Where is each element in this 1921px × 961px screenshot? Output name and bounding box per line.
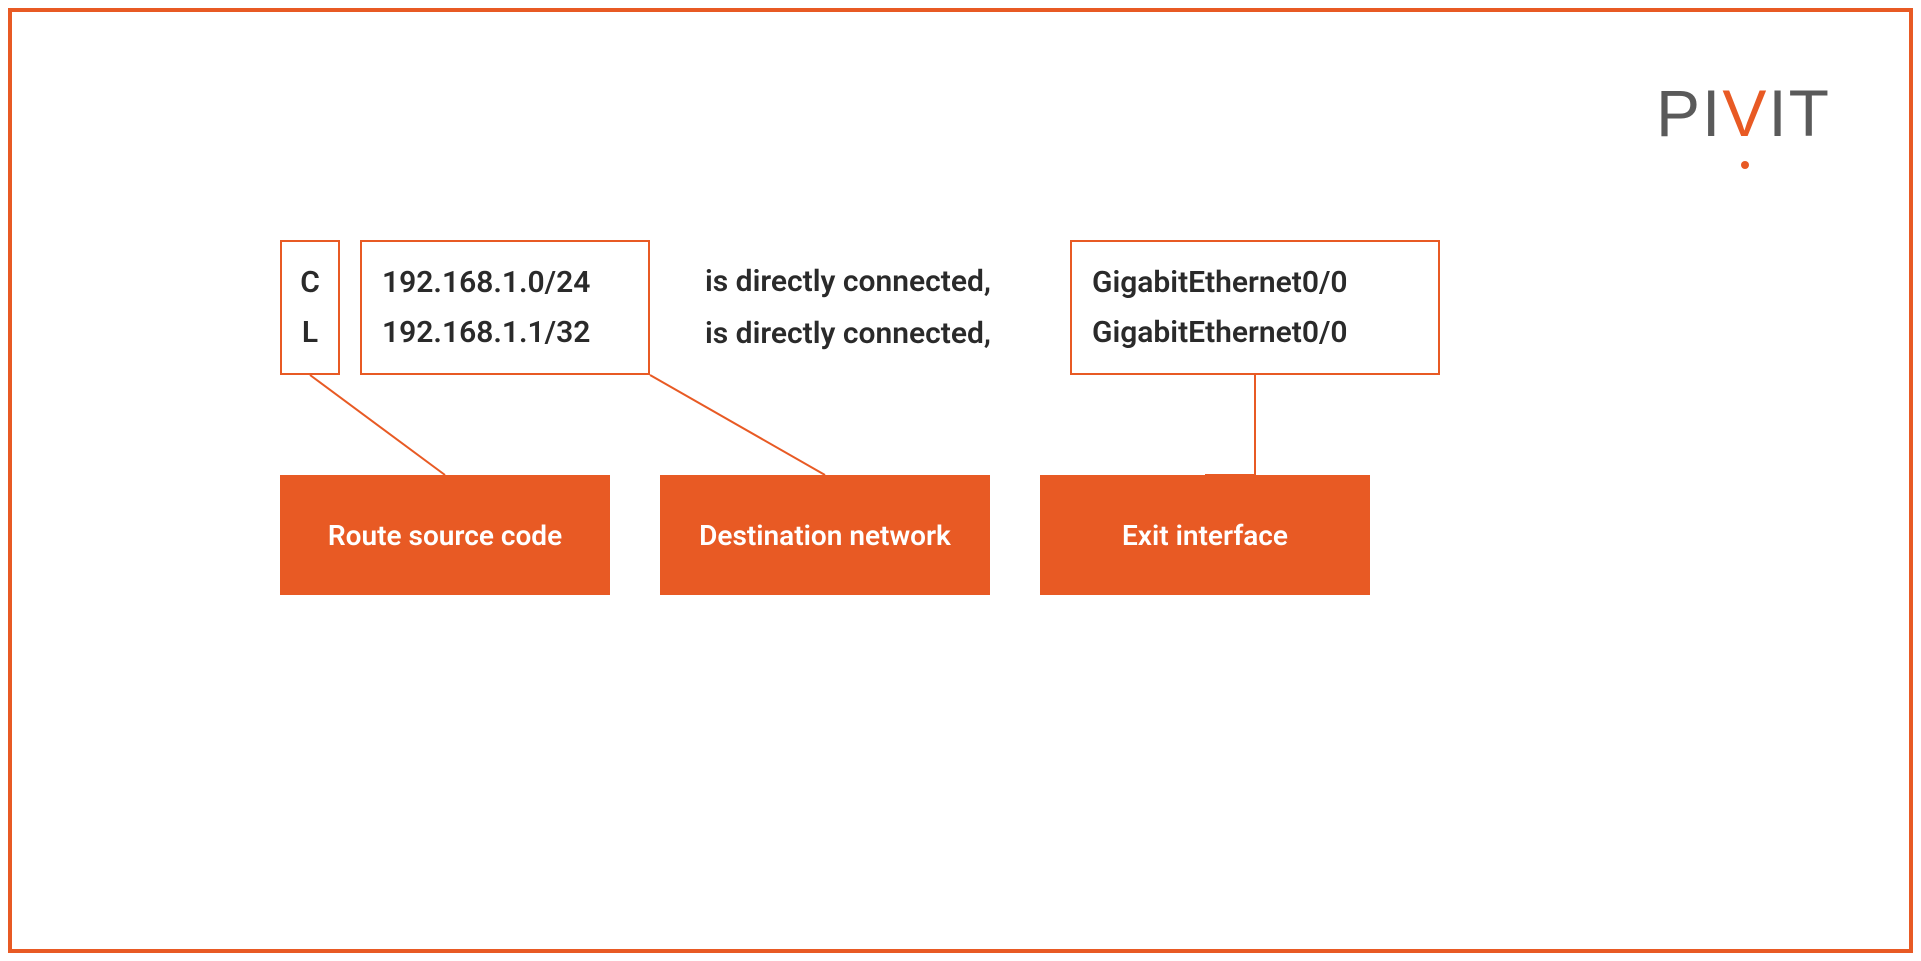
- label-exit-interface: Exit interface: [1040, 475, 1370, 595]
- route-code: C: [300, 265, 320, 300]
- connected-text: is directly connected,: [705, 264, 991, 299]
- logo-accent: V: [1722, 75, 1768, 151]
- exit-interface: GigabitEthernet0/0: [1092, 265, 1418, 300]
- destination-network-box: 192.168.1.0/24 192.168.1.1/32: [360, 240, 650, 375]
- pivit-logo: PIVIT: [1656, 75, 1831, 151]
- label-text: Exit interface: [1122, 519, 1288, 552]
- label-route-source-code: Route source code: [280, 475, 610, 595]
- logo-part2: IT: [1768, 76, 1831, 150]
- label-destination-network: Destination network: [660, 475, 990, 595]
- connected-text-column: is directly connected, is directly conne…: [705, 240, 991, 375]
- label-text: Route source code: [328, 519, 562, 552]
- exit-interface: GigabitEthernet0/0: [1092, 315, 1418, 350]
- logo-part1: PI: [1656, 76, 1722, 150]
- exit-interface-box: GigabitEthernet0/0 GigabitEthernet0/0: [1070, 240, 1440, 375]
- connector-lines: [280, 375, 1480, 475]
- label-text: Destination network: [699, 519, 951, 552]
- route-code: L: [302, 315, 318, 350]
- route-source-code-box: C L: [280, 240, 340, 375]
- logo-dot-icon: [1741, 161, 1749, 169]
- destination-network: 192.168.1.1/32: [382, 315, 628, 350]
- connected-text: is directly connected,: [705, 316, 991, 351]
- destination-network: 192.168.1.0/24: [382, 265, 628, 300]
